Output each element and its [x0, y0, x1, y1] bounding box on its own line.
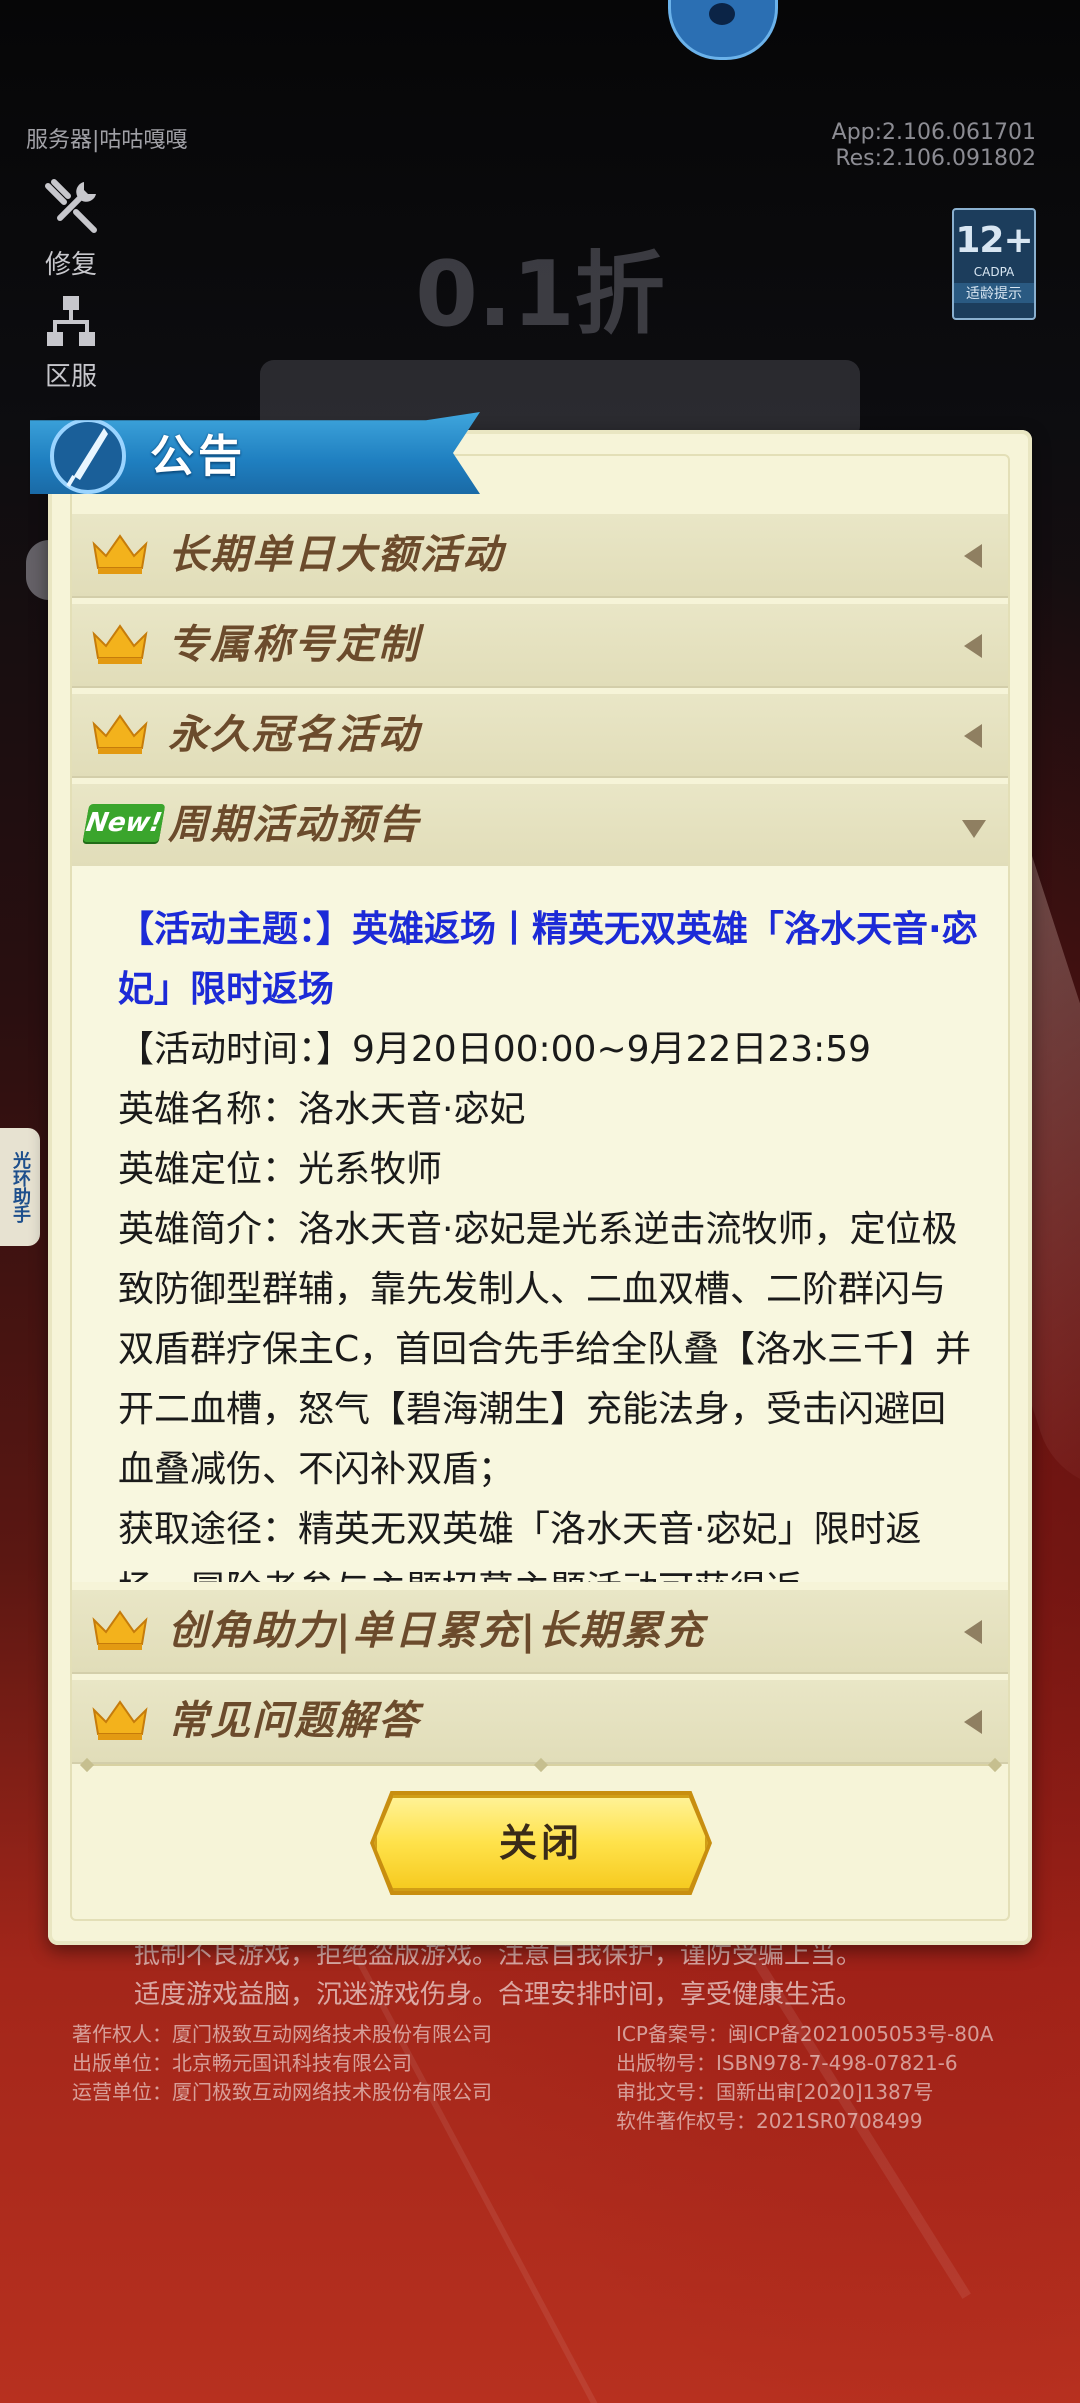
collapse-arrow-icon [964, 724, 982, 748]
crown-icon [92, 714, 148, 754]
crown-icon [92, 1610, 148, 1650]
section-label: 专属称号定制 [168, 622, 420, 668]
activity-time: 【活动时间：】9月20日00:00~9月22日23:59 [118, 1029, 872, 1070]
collapse-arrow-icon [964, 1710, 982, 1734]
obtain-method: 获取途径：精英无双英雄「洛水天音·宓妃」限时返场，冒险者参与主题招募主题活动可获… [118, 1509, 922, 1582]
section-label: 长期单日大额活动 [168, 532, 504, 578]
section-label: 永久冠名活动 [168, 712, 420, 758]
age-rating-org: CADPA [973, 265, 1015, 279]
hero-role: 英雄定位：光系牧师 [118, 1149, 443, 1190]
res-version: Res:2.106.091802 [835, 146, 1036, 171]
crown-icon [92, 624, 148, 664]
network-icon [47, 296, 95, 346]
collapse-arrow-icon [964, 634, 982, 658]
software-copyright: 软件著作权号：2021SR0708499 [616, 2109, 923, 2133]
hero-intro: 英雄简介：洛水天音·宓妃是光系逆击流牧师，定位极致防御型群辅，靠先发制人、二血双… [118, 1209, 972, 1490]
publisher: 出版单位：北京畅元国讯科技有限公司 [72, 2051, 412, 2075]
operator: 运营单位：厦门极致互动网络技术股份有限公司 [72, 2080, 492, 2104]
new-badge: New! [82, 804, 166, 842]
repair-button[interactable]: 修复 [36, 176, 106, 281]
server-label[interactable]: 服务器|咕咕嘎嘎 [26, 122, 187, 154]
close-button-label: 关闭 [498, 1821, 583, 1865]
section-label: 创角助力|单日累充|长期累充 [168, 1608, 706, 1654]
footer-right: ICP备案号：闽ICP备2021005053号-80A 出版物号：ISBN978… [616, 2020, 993, 2136]
copyright-owner: 著作权人：厦门极致互动网络技术股份有限公司 [72, 2022, 492, 2046]
section-row-long-term-daily[interactable]: 长期单日大额活动 [72, 514, 1008, 598]
feather-gem-icon [50, 418, 126, 494]
approval-number: 审批文号：国新出审[2020]1387号 [616, 2080, 934, 2104]
age-rating-number: 12+ [955, 220, 1033, 261]
section-row-faq[interactable]: 常见问题解答 [72, 1680, 1008, 1764]
dialog-divider [79, 1757, 1003, 1773]
zone-label: 区服 [44, 362, 97, 392]
game-logo: 0.1折 [415, 242, 665, 347]
age-rating-tip: 适龄提示 [954, 283, 1034, 303]
dialog-title: 公告 [150, 431, 246, 482]
hero-name: 英雄名称：洛水天音·宓妃 [118, 1089, 526, 1130]
version-info: App:2.106.061701 Res:2.106.091802 [832, 120, 1036, 172]
icp-number: ICP备案号：闽ICP备2021005053号-80A [616, 2022, 994, 2046]
section-row-exclusive-title[interactable]: 专属称号定制 [72, 604, 1008, 688]
crown-icon [92, 534, 148, 574]
assistant-side-tab[interactable]: 光环助手 [0, 1128, 40, 1246]
health-notice-line2: 适度游戏益脑，沉迷游戏伤身。合理安排时间，享受健康生活。 [134, 1980, 863, 2010]
announcement-content[interactable]: 【活动主题：】英雄返场丨精英无双英雄「洛水天音·宓妃」限时返场 【活动时间：】9… [72, 866, 1008, 1582]
activity-theme: 【活动主题：】英雄返场丨精英无双英雄「洛水天音·宓妃」限时返场 [118, 909, 978, 1010]
age-rating-badge[interactable]: 12+ CADPA 适龄提示 [952, 208, 1036, 320]
section-row-permanent-naming[interactable]: 永久冠名活动 [72, 694, 1008, 778]
collapse-arrow-icon [964, 1620, 982, 1644]
close-button[interactable]: 关闭 [374, 1795, 708, 1891]
isbn-number: 出版物号：ISBN978-7-498-07821-6 [616, 2051, 958, 2075]
section-label: 常见问题解答 [168, 1698, 420, 1744]
repair-label: 修复 [44, 250, 97, 280]
dialog-title-ribbon [30, 412, 480, 494]
wrench-icon [45, 179, 97, 233]
expand-arrow-icon [962, 820, 986, 838]
collapse-arrow-icon [964, 544, 982, 568]
crown-icon [92, 1700, 148, 1740]
section-row-periodic-preview[interactable]: New! 周期活动预告 [72, 784, 1008, 868]
health-notice: 抵制不良游戏，拒绝盗版游戏。注意自我保护，谨防受骗上当。 适度游戏益脑，沉迷游戏… [134, 1935, 862, 2015]
section-row-recharge[interactable]: 创角助力|单日累充|长期累充 [72, 1590, 1008, 1674]
section-label: 周期活动预告 [168, 802, 420, 848]
footer-left: 著作权人：厦门极致互动网络技术股份有限公司 出版单位：北京畅元国讯科技有限公司 … [72, 2020, 492, 2107]
zone-button[interactable]: 区服 [36, 294, 106, 393]
app-version: App:2.106.061701 [831, 120, 1036, 145]
